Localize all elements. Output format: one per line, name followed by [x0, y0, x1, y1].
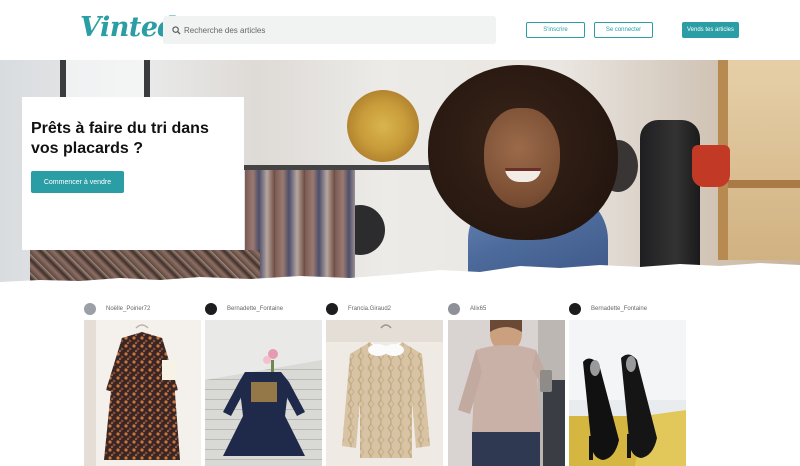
avatar[interactable]: [326, 303, 338, 315]
black-heels-photo: [569, 320, 686, 466]
avatar[interactable]: [205, 303, 217, 315]
navy-girls-dress-photo: [205, 320, 322, 466]
hero-shelf-board: [728, 180, 800, 188]
item-photo[interactable]: [569, 320, 686, 466]
item-card[interactable]: Alix65: [448, 302, 565, 466]
hero-person-face: [484, 108, 560, 208]
seller-username[interactable]: Noëlle_Poirier72: [106, 306, 150, 312]
seller-username[interactable]: Bernadette_Fontaine: [227, 306, 283, 312]
hero-torn-paper-edge: [0, 263, 800, 286]
item-seller[interactable]: Alix65: [448, 302, 565, 316]
avatar[interactable]: [448, 303, 460, 315]
item-photo[interactable]: [205, 320, 322, 466]
item-card[interactable]: Francia.Giraud2: [326, 302, 443, 466]
hero-wooden-shelf: [718, 60, 800, 260]
register-button[interactable]: S'inscrire: [526, 22, 585, 38]
beige-sweater-photo: [326, 320, 443, 466]
item-seller[interactable]: Francia.Giraud2: [326, 302, 443, 316]
item-feed: Noëlle_Poirier72 Bernadette_Fontaine Fra…: [0, 286, 800, 466]
item-seller[interactable]: Bernadette_Fontaine: [569, 302, 686, 316]
hero-banner: Prêts à faire du tri dans vos placards ?…: [0, 60, 800, 286]
item-card[interactable]: Bernadette_Fontaine: [205, 302, 322, 466]
avatar[interactable]: [569, 303, 581, 315]
item-photo[interactable]: [326, 320, 443, 466]
avatar[interactable]: [84, 303, 96, 315]
search-icon: [172, 25, 181, 35]
search-input[interactable]: [184, 25, 484, 35]
item-seller[interactable]: Noëlle_Poirier72: [84, 302, 201, 316]
search-bar[interactable]: [163, 16, 496, 44]
hero-title: Prêts à faire du tri dans vos placards ?: [31, 120, 209, 157]
pink-knit-top-photo: [448, 320, 565, 466]
item-card[interactable]: Noëlle_Poirier72: [84, 302, 201, 466]
item-photo[interactable]: [84, 320, 201, 466]
hero-call-to-action-card: Prêts à faire du tri dans vos placards ?…: [22, 97, 244, 250]
start-selling-button[interactable]: Commencer à vendre: [31, 171, 124, 193]
hero-straw-hat: [347, 90, 419, 162]
item-seller[interactable]: Bernadette_Fontaine: [205, 302, 322, 316]
login-button[interactable]: Se connecter: [594, 22, 653, 38]
seller-username[interactable]: Bernadette_Fontaine: [591, 306, 647, 312]
sell-items-button[interactable]: Vends tes articles: [682, 22, 739, 38]
vinted-logo[interactable]: Vinted: [80, 12, 176, 43]
top-navigation-bar: Vinted S'inscrire Se connecter Vends tes…: [0, 0, 800, 60]
hero-hanging-coat: [640, 120, 700, 270]
floral-dress-photo: [84, 320, 201, 466]
seller-username[interactable]: Alix65: [470, 306, 486, 312]
hero-red-bag: [692, 145, 730, 187]
seller-username[interactable]: Francia.Giraud2: [348, 306, 391, 312]
item-card[interactable]: Bernadette_Fontaine: [569, 302, 686, 466]
item-photo[interactable]: [448, 320, 565, 466]
